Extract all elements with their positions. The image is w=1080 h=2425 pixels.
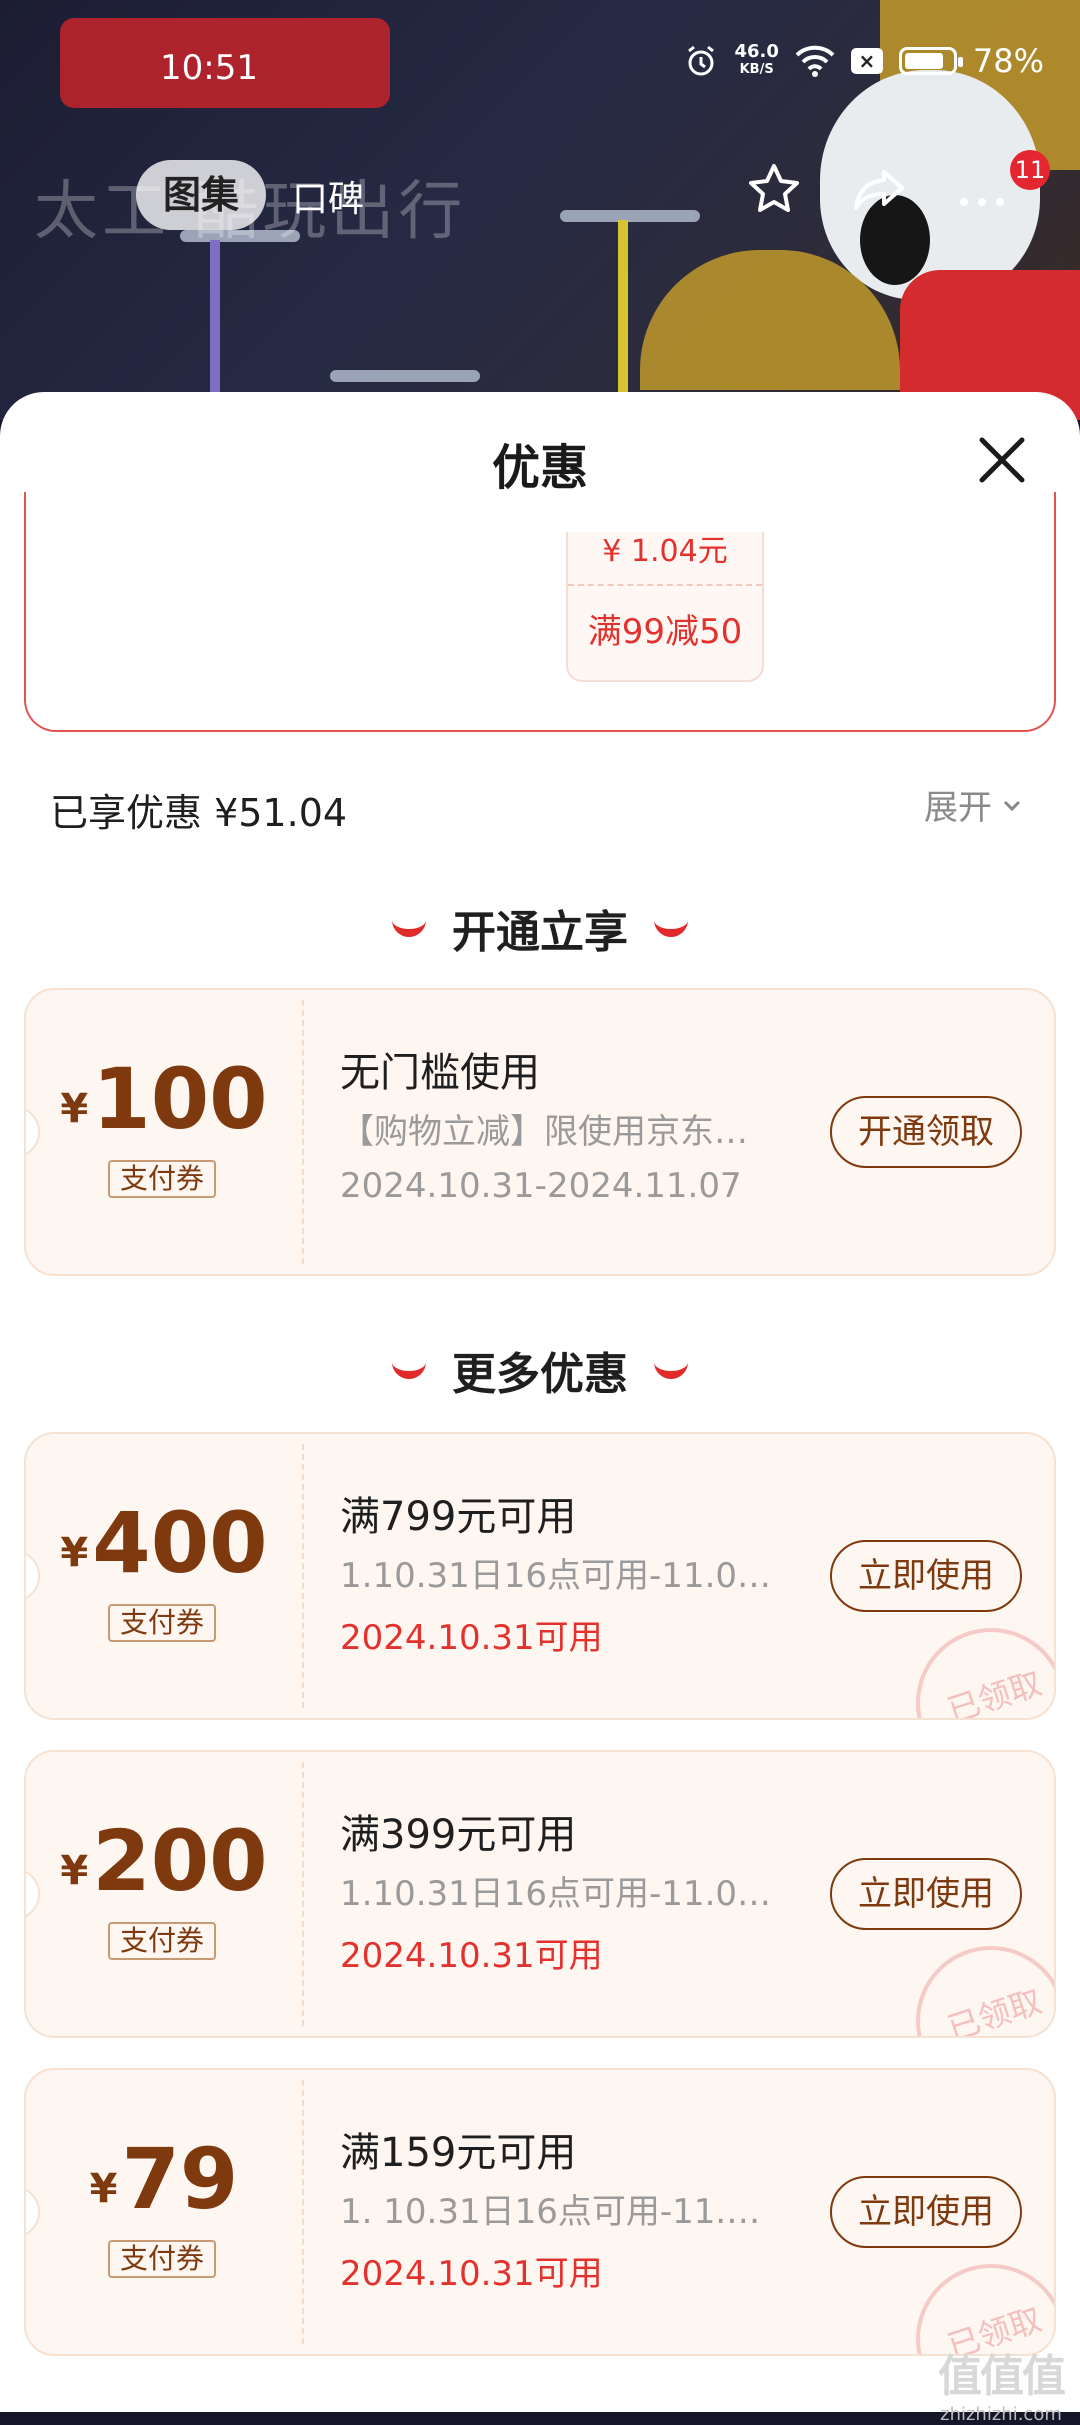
coupon-type-tag: 支付券 bbox=[108, 1604, 216, 1642]
mini-coupon-rule: 满99减50 bbox=[587, 612, 743, 652]
coupon-title: 满399元可用 bbox=[340, 1812, 577, 1858]
currency-symbol: ¥ bbox=[60, 1530, 89, 1576]
claimed-stamp-text: 已领取 bbox=[943, 1981, 1047, 2038]
close-icon[interactable] bbox=[970, 428, 1034, 492]
coupon-title: 满159元可用 bbox=[340, 2130, 577, 2176]
coupon-amount: ¥100 bbox=[26, 1050, 302, 1148]
coupon-divider bbox=[302, 1000, 304, 1264]
scooter-handle bbox=[330, 370, 480, 382]
smile-decoration bbox=[392, 919, 426, 937]
expand-button[interactable]: 展开 bbox=[924, 780, 1024, 829]
smile-decoration bbox=[654, 1361, 688, 1379]
applied-discount-card: ¥ 1.04元 满99减50 bbox=[24, 492, 1056, 732]
use-now-button[interactable]: 立即使用 bbox=[830, 1540, 1022, 1612]
tab-review[interactable]: 口碑 bbox=[292, 170, 364, 222]
alarm-icon bbox=[688, 45, 715, 76]
section-title-open: 开通立享 bbox=[0, 896, 1080, 960]
coupon-title: 满799元可用 bbox=[340, 1494, 577, 1540]
battery-percent: 78% bbox=[972, 42, 1044, 80]
expand-label: 展开 bbox=[924, 788, 992, 828]
coupon-amount-value: 100 bbox=[92, 1050, 268, 1148]
network-speed-unit: KB/S bbox=[739, 62, 774, 77]
battery-icon bbox=[898, 47, 963, 75]
coupon-card: ¥200 支付券 满399元可用 1.10.31日16点可用-11.01… 20… bbox=[24, 1750, 1056, 2038]
currency-symbol: ¥ bbox=[60, 1848, 89, 1894]
claimed-stamp: 已领取 bbox=[916, 1628, 1054, 1720]
coupon-amount: ¥400 bbox=[26, 1494, 302, 1592]
coupon-card-open: ¥100 支付券 无门槛使用 【购物立减】限使用京东… 2024.10.31-2… bbox=[24, 988, 1056, 1276]
coupon-amount-value: 79 bbox=[121, 2130, 239, 2228]
coupon-desc: 【购物立减】限使用京东… bbox=[340, 1112, 748, 1152]
sim-off-icon: × bbox=[850, 48, 883, 74]
coupon-amount: ¥200 bbox=[26, 1812, 302, 1910]
coupon-date: 2024.10.31可用 bbox=[340, 2254, 603, 2294]
coupon-desc: 1.10.31日16点可用-11.01… bbox=[340, 1874, 780, 1914]
coupon-date: 2024.10.31可用 bbox=[340, 1618, 603, 1658]
coupon-amount-value: 400 bbox=[92, 1494, 268, 1592]
smile-decoration bbox=[654, 919, 688, 937]
scooter-stem bbox=[618, 220, 628, 420]
section-more-label: 更多优惠 bbox=[452, 1349, 628, 1400]
network-speed-value: 46.0 bbox=[734, 41, 779, 62]
smile-decoration bbox=[392, 1361, 426, 1379]
coupon-desc: 1. 10.31日16点可用-11.01… bbox=[340, 2192, 780, 2232]
coupon-amount: ¥79 bbox=[26, 2130, 302, 2228]
coupon-date: 2024.10.31可用 bbox=[340, 1936, 603, 1976]
coupon-card: ¥79 支付券 满159元可用 1. 10.31日16点可用-11.01… 20… bbox=[24, 2068, 1056, 2356]
use-now-button[interactable]: 立即使用 bbox=[830, 2176, 1022, 2248]
network-speed: 46.0 KB/S bbox=[734, 43, 778, 79]
status-time: 10:51 bbox=[160, 48, 258, 88]
section-title-more: 更多优惠 bbox=[0, 1338, 1080, 1402]
coupon-divider bbox=[568, 584, 762, 586]
coupon-type-tag: 支付券 bbox=[108, 1160, 216, 1198]
claimed-stamp: 已领取 bbox=[916, 1946, 1054, 2038]
sheet-title: 优惠 bbox=[491, 440, 588, 496]
coupon-desc: 1.10.31日16点可用-11.01… bbox=[340, 1556, 780, 1596]
wifi-icon bbox=[795, 45, 835, 77]
coupon-card: ¥400 支付券 满799元可用 1.10.31日16点可用-11.01… 20… bbox=[24, 1432, 1056, 1720]
claimed-stamp-text: 已领取 bbox=[943, 1663, 1047, 1720]
open-claim-button[interactable]: 开通领取 bbox=[830, 1096, 1022, 1168]
mini-coupon: ¥ 1.04元 满99减50 bbox=[566, 532, 764, 682]
coupon-divider bbox=[302, 1762, 304, 2026]
discount-sheet: 优惠 ¥ 1.04元 满99减50 已享优惠 ¥51.04 展开 开通立享 ¥1… bbox=[0, 392, 1080, 2412]
watermark-url: zhizhizhi.com bbox=[940, 2404, 1062, 2425]
coupon-divider bbox=[302, 2080, 304, 2344]
site-watermark: 值值值 zhizhizhi.com bbox=[926, 2340, 1076, 2425]
currency-symbol: ¥ bbox=[60, 1086, 89, 1132]
more-icon[interactable] bbox=[950, 158, 1014, 222]
watermark-logo: 值值值 bbox=[938, 2351, 1066, 2402]
enjoyed-discount-total: 已享优惠 ¥51.04 bbox=[50, 791, 348, 835]
chevron-down-icon bbox=[1003, 800, 1021, 811]
coupon-title: 无门槛使用 bbox=[340, 1050, 540, 1096]
currency-symbol: ¥ bbox=[89, 2166, 118, 2212]
mini-coupon-price: ¥ 1.04元 bbox=[602, 534, 728, 569]
coupon-date: 2024.10.31-2024.11.07 bbox=[340, 1166, 742, 1206]
coupon-type-tag: 支付券 bbox=[108, 1922, 216, 1960]
coupon-divider bbox=[302, 1444, 304, 1708]
status-icons: 46.0 KB/S × 78% bbox=[684, 42, 1044, 80]
status-bar: 10:51 46.0 KB/S × 78% bbox=[0, 0, 1080, 140]
tab-gallery[interactable]: 图集 bbox=[136, 160, 266, 230]
share-icon[interactable] bbox=[848, 158, 912, 222]
notification-badge: 11 bbox=[1010, 150, 1050, 190]
use-now-button[interactable]: 立即使用 bbox=[830, 1858, 1022, 1930]
coupon-type-tag: 支付券 bbox=[108, 2240, 216, 2278]
product-nav-bar: 太工 酷玩出行 图集 口碑 bbox=[0, 150, 1080, 249]
coupon-amount-value: 200 bbox=[92, 1812, 268, 1910]
star-icon[interactable] bbox=[742, 158, 806, 222]
section-open-label: 开通立享 bbox=[452, 907, 628, 958]
